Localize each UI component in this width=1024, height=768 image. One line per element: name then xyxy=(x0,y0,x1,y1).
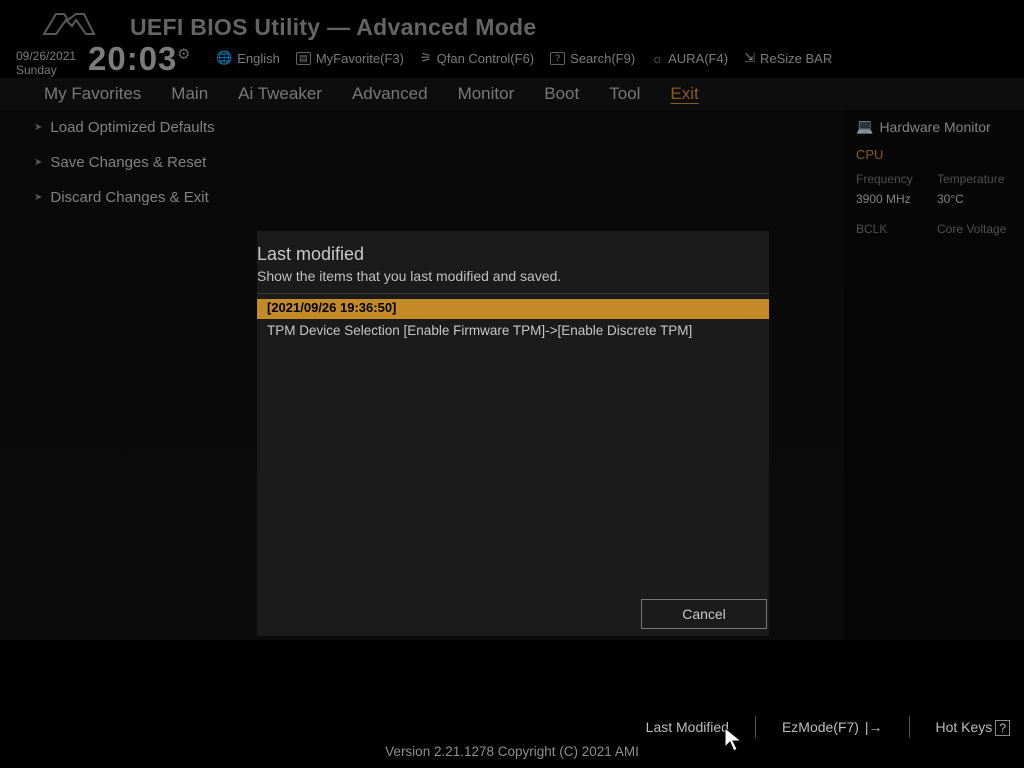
hw-label-frequency: Frequency xyxy=(856,172,931,186)
tuf-logo xyxy=(42,10,96,44)
list-icon: ▤ xyxy=(296,52,311,65)
tab-advanced[interactable]: Advanced xyxy=(352,84,428,104)
app-title: UEFI BIOS Utility — Advanced Mode xyxy=(130,14,536,41)
header-toolbar: 🌐 English ▤ MyFavorite(F3) ⚞ Qfan Contro… xyxy=(216,50,832,66)
clock: 20:03 xyxy=(88,40,177,78)
hw-label-core-voltage: Core Voltage xyxy=(937,222,1012,236)
hw-panel-title: 💻 Hardware Monitor xyxy=(856,118,1012,135)
dialog-separator xyxy=(257,293,769,294)
myfavorite-button[interactable]: ▤ MyFavorite(F3) xyxy=(296,51,404,66)
monitor-icon: 💻 xyxy=(856,118,873,135)
tab-exit[interactable]: Exit xyxy=(670,84,698,104)
fan-icon: ⚞ xyxy=(420,50,432,66)
copyright: Version 2.21.1278 Copyright (C) 2021 AMI xyxy=(0,744,1024,759)
qfan-button[interactable]: ⚞ Qfan Control(F6) xyxy=(420,50,534,66)
dialog-title: Last modified xyxy=(257,244,364,265)
footer-separator xyxy=(909,716,910,738)
tab-tool[interactable]: Tool xyxy=(609,84,640,104)
tab-my-favorites[interactable]: My Favorites xyxy=(44,84,141,104)
tab-boot[interactable]: Boot xyxy=(544,84,579,104)
chevron-right-icon: ➤ xyxy=(34,192,42,203)
aura-icon: ☼ xyxy=(651,51,663,66)
cancel-button[interactable]: Cancel xyxy=(641,599,767,629)
hw-value-temperature: 30°C xyxy=(937,192,1012,206)
hw-section-cpu: CPU xyxy=(856,147,1012,162)
hardware-monitor-panel: 💻 Hardware Monitor CPU Frequency Tempera… xyxy=(844,110,1024,640)
globe-icon: 🌐 xyxy=(216,50,232,66)
dialog-subtitle: Show the items that you last modified an… xyxy=(257,268,561,284)
date-block: 09/26/2021Sunday xyxy=(16,49,76,77)
chevron-right-icon: ➤ xyxy=(34,122,42,133)
language-switch[interactable]: 🌐 English xyxy=(216,50,280,66)
search-button[interactable]: ? Search(F9) xyxy=(550,51,635,66)
tab-ai-tweaker[interactable]: Ai Tweaker xyxy=(238,84,322,104)
menu-load-optimized-defaults[interactable]: ➤ Load Optimized Defaults xyxy=(0,110,844,145)
aura-button[interactable]: ☼ AURA(F4) xyxy=(651,51,728,66)
last-modified-dialog: Last modified Show the items that you la… xyxy=(257,231,769,636)
tab-main[interactable]: Main xyxy=(171,84,208,104)
hw-label-bclk: BCLK xyxy=(856,222,931,236)
chevron-right-icon: ➤ xyxy=(34,157,42,168)
footer: Last Modified EzMode(F7) |→ Hot Keys? Ve… xyxy=(0,700,1024,768)
resize-bar-button[interactable]: ⇲ ReSize BAR xyxy=(744,50,832,66)
menu-discard-changes-exit[interactable]: ➤ Discard Changes & Exit xyxy=(0,180,844,215)
hw-value-frequency: 3900 MHz xyxy=(856,192,931,206)
tab-monitor[interactable]: Monitor xyxy=(458,84,515,104)
dialog-timestamp-row[interactable]: [2021/09/26 19:36:50] xyxy=(257,299,769,319)
menu-save-changes-reset[interactable]: ➤ Save Changes & Reset xyxy=(0,145,844,180)
dialog-change-line: TPM Device Selection [Enable Firmware TP… xyxy=(267,323,692,338)
gear-icon[interactable]: ⚙ xyxy=(177,45,190,63)
header: UEFI BIOS Utility — Advanced Mode 09/26/… xyxy=(0,0,1024,78)
hw-label-temperature: Temperature xyxy=(937,172,1012,186)
footer-spacer xyxy=(0,640,1024,700)
resize-icon: ⇲ xyxy=(744,50,755,66)
footer-ezmode[interactable]: EzMode(F7) |→ xyxy=(782,719,883,735)
question-icon: ? xyxy=(995,720,1010,736)
footer-last-modified[interactable]: Last Modified xyxy=(646,719,729,735)
footer-hotkeys[interactable]: Hot Keys? xyxy=(936,719,1011,736)
exit-icon: |→ xyxy=(865,719,883,735)
search-icon: ? xyxy=(550,52,565,65)
tab-bar: My Favorites Main Ai Tweaker Advanced Mo… xyxy=(0,78,1024,110)
footer-separator xyxy=(755,716,756,738)
